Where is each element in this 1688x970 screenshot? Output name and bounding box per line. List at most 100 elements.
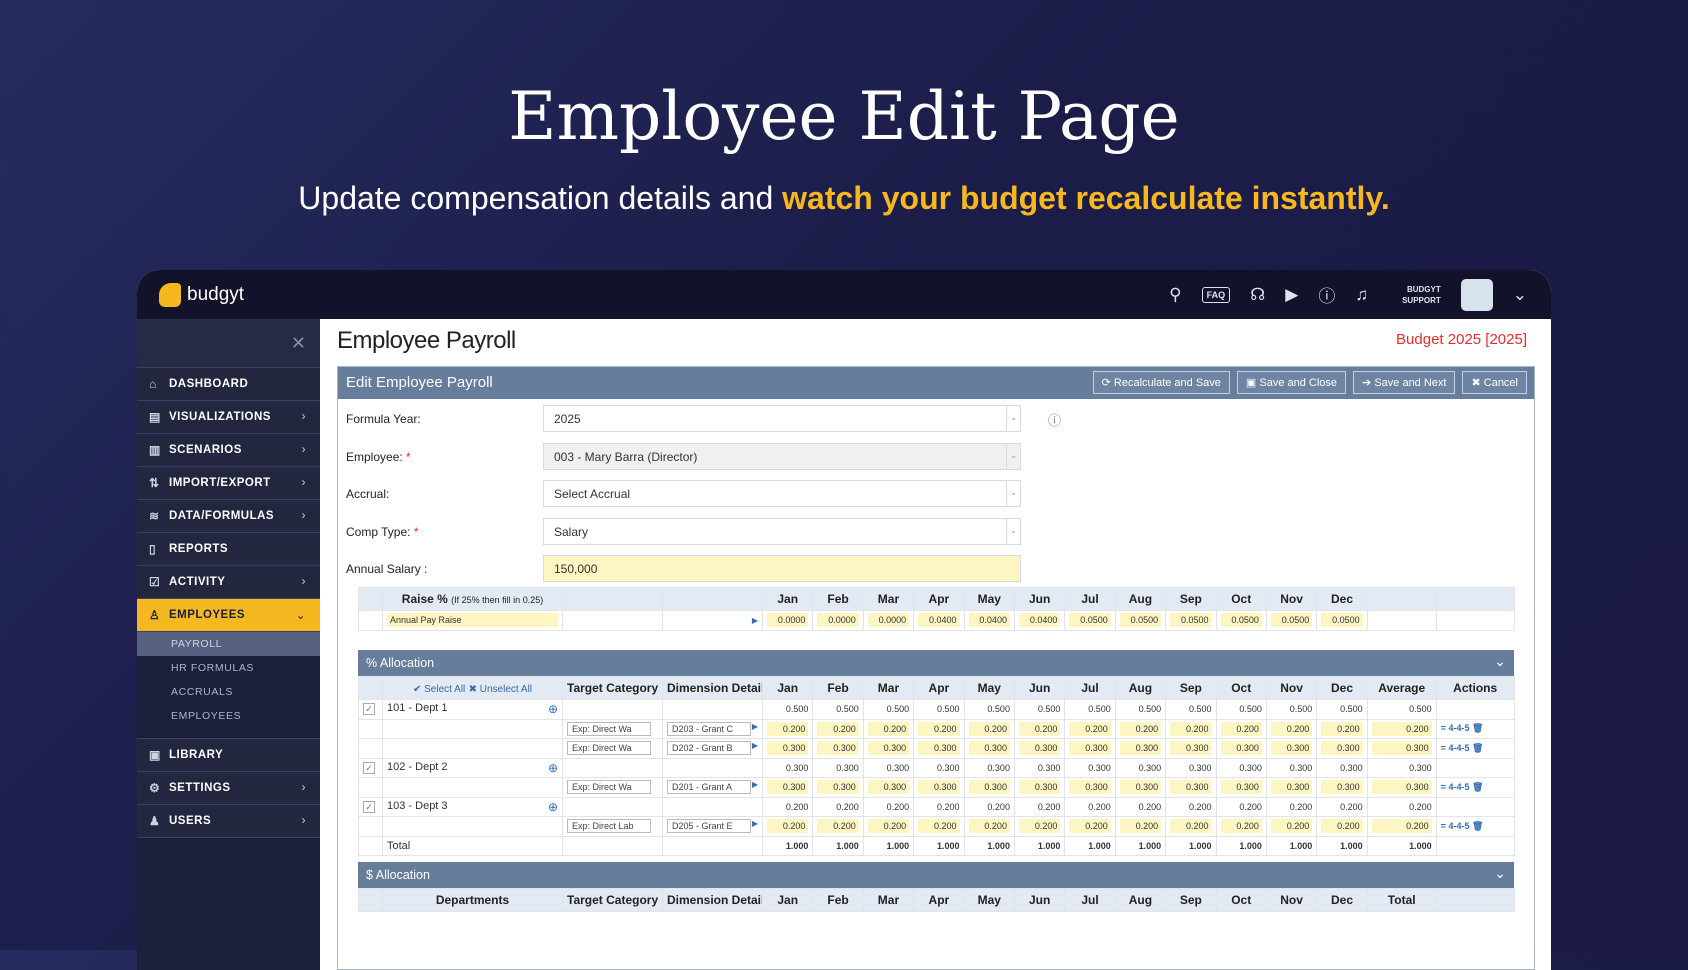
month-value-text[interactable]: 0.300: [968, 741, 1010, 756]
logo[interactable]: budgyt: [159, 282, 244, 307]
dimension-detail-select[interactable]: D203 - Grant C: [667, 721, 751, 736]
month-value-text[interactable]: 0.200: [968, 819, 1010, 834]
month-value-text[interactable]: 0.200: [1270, 819, 1313, 834]
caret-right-icon[interactable]: ▶: [752, 780, 758, 789]
sidebar-item-users[interactable]: ♟ USERS ›: [137, 805, 320, 838]
avatar[interactable]: [1460, 278, 1493, 311]
select-all-link[interactable]: ✔ Select All: [413, 684, 465, 695]
month-value-text[interactable]: 0.200: [1119, 819, 1162, 834]
annual-salary-field[interactable]: 150,000: [543, 555, 1021, 582]
month-value-text[interactable]: 0.300: [1069, 741, 1111, 756]
trash-icon[interactable]: 🗑: [1469, 782, 1483, 792]
raise-value-input[interactable]: 0.0400: [1018, 613, 1061, 628]
target-category-select[interactable]: Exp: Direct Wa: [567, 721, 651, 736]
close-sidebar-icon[interactable]: ✕: [137, 319, 320, 368]
month-value-text[interactable]: 0.200: [968, 721, 1010, 736]
month-value-text[interactable]: 0.300: [867, 741, 910, 756]
sidebar-item-import-export[interactable]: ⇅ IMPORT/EXPORT ›: [137, 467, 320, 500]
sidebar-subitem-accruals[interactable]: ACCRUALS: [137, 680, 320, 704]
search-icon[interactable]: ⚲: [1169, 285, 1181, 305]
average-value-text[interactable]: 0.300: [1371, 780, 1432, 795]
budget-label[interactable]: Budget 2025 [2025]: [1396, 331, 1527, 348]
video-library-icon[interactable]: ▶: [1285, 285, 1298, 305]
unselect-all-link[interactable]: ✖ Unselect All: [469, 684, 532, 695]
month-value-text[interactable]: 0.200: [767, 721, 809, 736]
month-value-text[interactable]: 0.200: [867, 819, 910, 834]
month-value-text[interactable]: 0.300: [1170, 741, 1212, 756]
dimension-detail-select[interactable]: D202 - Grant B: [667, 741, 751, 756]
add-line-icon[interactable]: ⊕: [548, 761, 558, 775]
average-value-text[interactable]: 0.300: [1371, 741, 1432, 756]
trash-icon[interactable]: 🗑: [1469, 723, 1483, 733]
month-value-text[interactable]: 0.300: [1321, 780, 1363, 795]
average-value-text[interactable]: 0.200: [1371, 819, 1432, 834]
accrual-field[interactable]: Select Accrual ⌄: [543, 480, 1021, 507]
raise-value-input[interactable]: 0.0500: [1119, 613, 1162, 628]
faq-button[interactable]: FAQ: [1201, 286, 1231, 303]
sidebar-item-library[interactable]: ▣ LIBRARY: [137, 739, 320, 772]
month-value-text[interactable]: 0.200: [1321, 721, 1363, 736]
month-value-text[interactable]: 0.300: [1069, 780, 1111, 795]
headset-icon[interactable]: ☊: [1250, 285, 1265, 305]
raise-value-input[interactable]: 0.0500: [1321, 613, 1363, 628]
bell-icon[interactable]: ♫: [1355, 285, 1368, 305]
month-value-text[interactable]: 0.300: [918, 780, 960, 795]
trash-icon[interactable]: 🗑: [1469, 821, 1483, 831]
raise-row-label[interactable]: Annual Pay Raise: [387, 613, 558, 628]
sidebar-subitem-employees[interactable]: EMPLOYEES: [137, 704, 320, 728]
sidebar-subitem-payroll[interactable]: PAYROLL: [137, 632, 320, 656]
row-checkbox[interactable]: ✓: [363, 703, 375, 716]
save-close-button[interactable]: ▣ Save and Close: [1236, 371, 1347, 394]
raise-value-input[interactable]: 0.0000: [767, 613, 809, 628]
chevron-down-icon[interactable]: ⌄: [1513, 285, 1527, 305]
row-checkbox[interactable]: ✓: [363, 800, 375, 813]
month-value-text[interactable]: 0.300: [1270, 741, 1313, 756]
month-value-text[interactable]: 0.200: [1270, 721, 1313, 736]
cancel-button[interactable]: ✖ Cancel: [1462, 371, 1527, 394]
raise-value-input[interactable]: 0.0400: [918, 613, 960, 628]
sidebar-item-reports[interactable]: ▯ REPORTS: [137, 533, 320, 566]
month-value-text[interactable]: 0.300: [1119, 780, 1162, 795]
month-value-text[interactable]: 0.300: [767, 780, 809, 795]
month-value-text[interactable]: 0.200: [1069, 721, 1111, 736]
month-value-text[interactable]: 0.300: [1018, 780, 1061, 795]
month-value-text[interactable]: 0.300: [1170, 780, 1212, 795]
dimension-detail-select[interactable]: D205 - Grant E: [667, 819, 751, 834]
month-value-text[interactable]: 0.200: [1220, 721, 1262, 736]
row-checkbox[interactable]: ✓: [363, 761, 375, 774]
raise-value-input[interactable]: 0.0000: [867, 613, 910, 628]
month-value-text[interactable]: 0.200: [918, 721, 960, 736]
average-value-text[interactable]: 0.200: [1371, 721, 1432, 736]
month-value-text[interactable]: 0.300: [1119, 741, 1162, 756]
spread-action-link[interactable]: 4-4-5: [1448, 743, 1469, 753]
caret-right-icon[interactable]: ▶: [752, 741, 758, 750]
month-value-text[interactable]: 0.300: [918, 741, 960, 756]
info-icon[interactable]: ⓘ: [1318, 282, 1335, 307]
month-value-text[interactable]: 0.300: [817, 780, 859, 795]
month-value-text[interactable]: 0.200: [1119, 721, 1162, 736]
month-value-text[interactable]: 0.200: [1170, 721, 1212, 736]
raise-value-input[interactable]: 0.0500: [1270, 613, 1313, 628]
month-value-text[interactable]: 0.300: [1220, 780, 1262, 795]
formula-year-field[interactable]: 2025 ⌄: [543, 405, 1021, 432]
sidebar-item-dashboard[interactable]: ⌂ DASHBOARD: [137, 368, 320, 401]
spread-action-link[interactable]: 4-4-5: [1448, 782, 1469, 792]
trash-icon[interactable]: 🗑: [1469, 743, 1483, 753]
sidebar-item-employees[interactable]: ♙ EMPLOYEES ⌄: [137, 599, 320, 632]
sidebar-subitem-hr-formulas[interactable]: HR FORMULAS: [137, 656, 320, 680]
raise-value-input[interactable]: 0.0000: [817, 613, 859, 628]
user-name[interactable]: BUDGYT SUPPORT: [1402, 284, 1441, 306]
month-value-text[interactable]: 0.200: [1018, 721, 1061, 736]
raise-value-input[interactable]: 0.0500: [1220, 613, 1262, 628]
add-line-icon[interactable]: ⊕: [548, 800, 558, 814]
month-value-text[interactable]: 0.200: [1321, 819, 1363, 834]
caret-right-icon[interactable]: ▶: [752, 616, 758, 625]
month-value-text[interactable]: 0.300: [817, 741, 859, 756]
sidebar-item-settings[interactable]: ⚙ SETTINGS ›: [137, 772, 320, 805]
month-value-text[interactable]: 0.200: [817, 721, 859, 736]
target-category-select[interactable]: Exp: Direct Lab: [567, 819, 651, 834]
pct-allocation-header[interactable]: % Allocation ⌄: [358, 650, 1514, 676]
target-category-select[interactable]: Exp: Direct Wa: [567, 780, 651, 795]
month-value-text[interactable]: 0.300: [1220, 741, 1262, 756]
sidebar-item-visualizations[interactable]: ▤ VISUALIZATIONS ›: [137, 401, 320, 434]
